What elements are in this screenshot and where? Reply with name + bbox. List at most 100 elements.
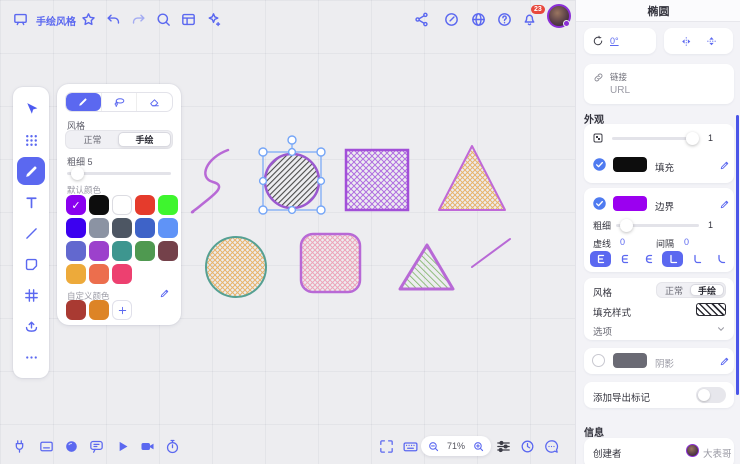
border-thickness-slider[interactable] <box>616 219 699 232</box>
play-icon[interactable] <box>111 435 133 457</box>
star-icon[interactable] <box>77 8 99 30</box>
shape-triangle-orange[interactable] <box>438 145 506 211</box>
record-icon[interactable] <box>136 435 158 457</box>
share-icon[interactable] <box>410 8 432 30</box>
opacity-slider[interactable] <box>612 132 699 145</box>
color-swatch[interactable] <box>135 241 155 261</box>
style-normal[interactable]: 正常 <box>658 284 690 296</box>
pen-tab[interactable] <box>66 93 101 111</box>
window-icon[interactable] <box>35 435 57 457</box>
flip-horizontal-icon[interactable] <box>680 35 693 48</box>
fill-checkbox[interactable] <box>592 157 607 172</box>
pen-thickness-thumb[interactable] <box>71 167 84 180</box>
color-swatch[interactable] <box>66 218 86 238</box>
shape-rounded-square[interactable] <box>299 232 362 294</box>
style-handdrawn[interactable]: 手绘 <box>690 284 724 296</box>
rotation-value[interactable]: 0° <box>610 36 619 46</box>
redo-icon[interactable] <box>127 8 149 30</box>
more-tools[interactable] <box>17 343 45 371</box>
zoom-out-icon[interactable] <box>427 440 440 453</box>
text-tool[interactable] <box>17 188 45 216</box>
color-swatch[interactable] <box>89 264 109 284</box>
cap-style-round[interactable] <box>614 251 635 267</box>
pen-style-normal[interactable]: 正常 <box>67 132 118 147</box>
upload-tool[interactable] <box>17 312 45 340</box>
undo-icon[interactable] <box>102 8 124 30</box>
storyboard-icon[interactable] <box>177 8 199 30</box>
color-swatch[interactable] <box>89 300 109 320</box>
color-swatch[interactable] <box>135 195 155 215</box>
plugin-icon[interactable] <box>8 435 30 457</box>
dashboard-icon[interactable] <box>440 8 462 30</box>
border-checkbox[interactable] <box>592 196 607 211</box>
search-icon[interactable] <box>152 8 174 30</box>
globe-icon[interactable] <box>467 8 489 30</box>
link-url-input[interactable]: URL <box>610 85 630 96</box>
color-swatch[interactable] <box>112 218 132 238</box>
note-tool[interactable] <box>17 250 45 278</box>
opacity-thumb[interactable] <box>686 132 699 145</box>
fullscreen-icon[interactable] <box>375 435 397 457</box>
shadow-color-swatch[interactable] <box>613 353 647 368</box>
comment-icon[interactable] <box>85 435 107 457</box>
corner-style-round[interactable] <box>686 251 707 267</box>
color-swatch[interactable] <box>112 264 132 284</box>
eraser-tab[interactable] <box>137 93 172 111</box>
color-swatch[interactable] <box>66 241 86 261</box>
color-swatch[interactable] <box>89 218 109 238</box>
gap-value[interactable]: 0 <box>684 237 689 247</box>
fill-edit-icon[interactable] <box>719 158 731 176</box>
shape-squiggle[interactable] <box>190 148 230 214</box>
help-icon[interactable] <box>493 8 515 30</box>
shape-square[interactable] <box>344 148 410 212</box>
canvas[interactable]: 手绘风格 23 风格 正常 手绘 粗细 5 默认颜色 ✓ 自定义颜色 71% <box>0 0 575 464</box>
fill-style-swatch[interactable] <box>696 303 726 316</box>
corner-style-smooth[interactable] <box>710 251 731 267</box>
pen-tool[interactable] <box>17 157 45 185</box>
sphere-icon[interactable] <box>60 435 82 457</box>
export-mark-toggle[interactable] <box>696 387 726 403</box>
color-swatch[interactable] <box>112 195 132 215</box>
pen-thickness-slider[interactable] <box>67 167 171 180</box>
select-tool[interactable] <box>17 95 45 123</box>
dash-value[interactable]: 0 <box>620 237 625 247</box>
fill-color-swatch[interactable] <box>613 157 647 172</box>
border-edit-icon[interactable] <box>719 197 731 215</box>
shape-circle-selected[interactable] <box>263 152 321 210</box>
color-swatch[interactable] <box>66 300 86 320</box>
filters-icon[interactable] <box>492 435 514 457</box>
color-swatch[interactable] <box>135 218 155 238</box>
color-swatch[interactable] <box>158 195 178 215</box>
shape-line[interactable] <box>471 238 511 268</box>
options-label[interactable]: 选项 <box>593 324 612 338</box>
add-color-button[interactable] <box>112 300 132 320</box>
color-swatch[interactable] <box>112 241 132 261</box>
shadow-checkbox[interactable] <box>592 354 605 367</box>
shadow-edit-icon[interactable] <box>719 354 731 372</box>
keyboard-icon[interactable] <box>399 435 421 457</box>
chat-icon[interactable] <box>540 435 562 457</box>
frame-tool[interactable] <box>17 281 45 309</box>
flip-vertical-icon[interactable] <box>705 35 718 48</box>
magic-icon[interactable] <box>202 8 224 30</box>
shape-triangle-green[interactable] <box>398 243 455 291</box>
avatar[interactable] <box>547 4 571 28</box>
corner-style-square[interactable] <box>662 251 683 267</box>
cap-style-square[interactable] <box>590 251 611 267</box>
pen-style-handdrawn[interactable]: 手绘 <box>118 132 171 147</box>
board-icon[interactable] <box>9 8 31 30</box>
lasso-tab[interactable] <box>100 93 138 111</box>
shape-circle-tan[interactable] <box>205 236 267 298</box>
zoom-in-icon[interactable] <box>472 440 485 453</box>
color-swatch[interactable] <box>66 264 86 284</box>
hand-drawn-style-button[interactable]: 手绘风格 <box>36 13 76 28</box>
line-tool[interactable] <box>17 219 45 247</box>
panel-scrollbar[interactable] <box>736 115 739 395</box>
color-swatch[interactable] <box>158 241 178 261</box>
cap-style-smooth[interactable] <box>638 251 659 267</box>
border-thickness-thumb[interactable] <box>620 219 633 232</box>
color-swatch[interactable] <box>89 195 109 215</box>
history-icon[interactable] <box>516 435 538 457</box>
shape-library-tool[interactable] <box>17 126 45 154</box>
timer-icon[interactable] <box>161 435 183 457</box>
